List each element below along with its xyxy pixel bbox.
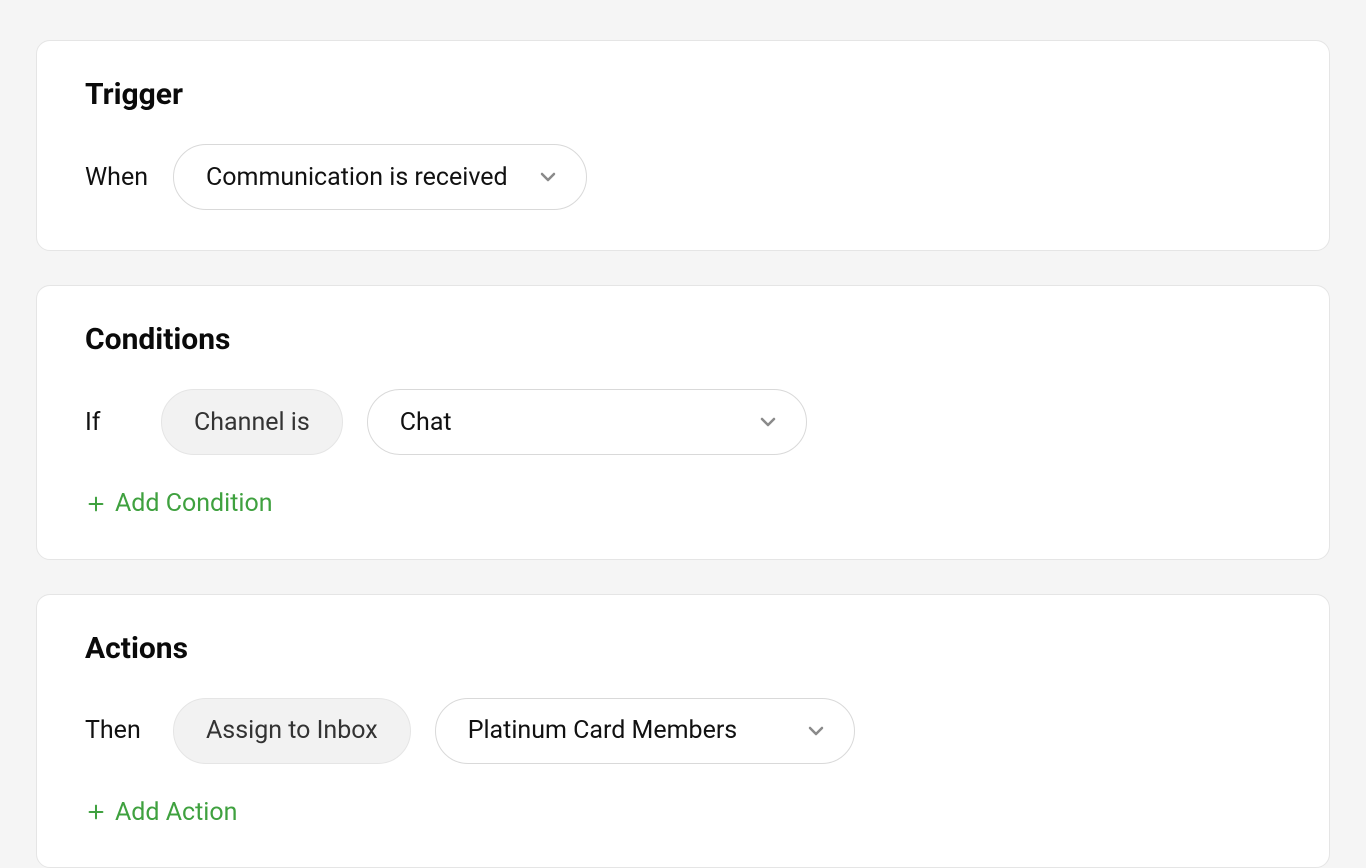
plus-icon	[85, 801, 107, 823]
actions-card: Actions Then Assign to Inbox Platinum Ca…	[36, 594, 1330, 868]
add-action-label: Add Action	[115, 798, 237, 827]
plus-icon	[85, 493, 107, 515]
actions-label: Then	[85, 716, 149, 745]
chevron-down-icon	[804, 719, 828, 743]
trigger-label: When	[85, 163, 149, 192]
add-condition-button[interactable]: Add Condition	[85, 489, 273, 518]
condition-value-dropdown[interactable]: Chat	[367, 389, 807, 455]
conditions-row: If Channel is Chat	[85, 389, 1281, 455]
conditions-label: If	[85, 408, 137, 437]
condition-type-pill[interactable]: Channel is	[161, 389, 343, 455]
trigger-row: When Communication is received	[85, 144, 1281, 210]
condition-value: Chat	[400, 408, 452, 437]
action-type-label: Assign to Inbox	[206, 716, 378, 745]
condition-type-label: Channel is	[194, 408, 310, 437]
action-value-dropdown[interactable]: Platinum Card Members	[435, 698, 855, 764]
chevron-down-icon	[536, 165, 560, 189]
chevron-down-icon	[756, 410, 780, 434]
action-type-pill[interactable]: Assign to Inbox	[173, 698, 411, 764]
actions-title: Actions	[85, 631, 1281, 666]
add-condition-label: Add Condition	[115, 489, 273, 518]
trigger-card: Trigger When Communication is received	[36, 40, 1330, 251]
action-value: Platinum Card Members	[468, 716, 738, 745]
actions-row: Then Assign to Inbox Platinum Card Membe…	[85, 698, 1281, 764]
trigger-dropdown-value: Communication is received	[206, 163, 508, 192]
trigger-title: Trigger	[85, 77, 1281, 112]
conditions-title: Conditions	[85, 322, 1281, 357]
trigger-dropdown[interactable]: Communication is received	[173, 144, 587, 210]
add-action-button[interactable]: Add Action	[85, 798, 237, 827]
conditions-card: Conditions If Channel is Chat Add Condit…	[36, 285, 1330, 560]
